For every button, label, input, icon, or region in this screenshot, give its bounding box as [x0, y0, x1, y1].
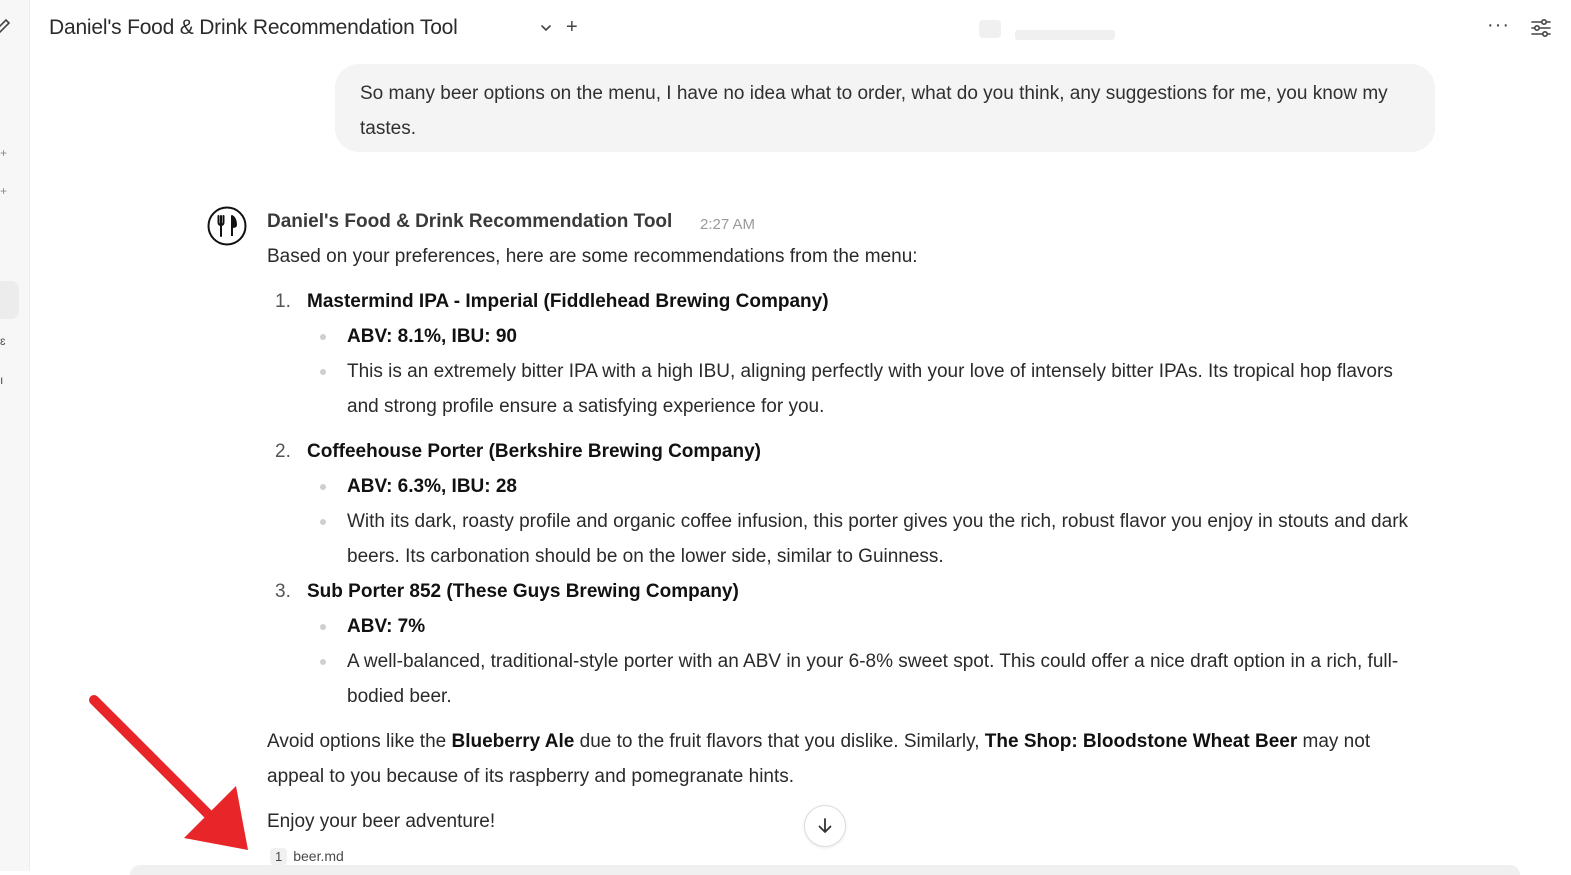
message-timestamp: 2:27 AM — [700, 216, 756, 233]
list-number: 3. — [275, 581, 291, 602]
recommendation-description: This is an extremely bitter IPA with a h… — [307, 354, 1427, 424]
message-input-area[interactable] — [130, 865, 1520, 875]
recommendation-title: Coffeehouse Porter (Berkshire Brewing Co… — [307, 441, 761, 462]
recommendation-stats: ABV: 6.3%, IBU: 28 — [307, 469, 1427, 504]
plus-icon[interactable]: + — [566, 17, 578, 37]
recommendation-description: With its dark, roasty profile and organi… — [307, 504, 1427, 574]
red-arrow-annotation — [89, 695, 248, 850]
chat-header: Daniel's Food & Drink Recommendation Too… — [29, 0, 1571, 58]
avoid-text-mid: due to the fruit flavors that you dislik… — [574, 731, 985, 752]
citation-number: 1 — [270, 847, 288, 865]
recommendation-description: A well-balanced, traditional-style porte… — [307, 644, 1427, 714]
sidebar-plus-icon-2[interactable]: + — [0, 184, 7, 198]
avoid-item-2: The Shop: Bloodstone Wheat Beer — [984, 731, 1298, 752]
recommendation-item: 1. Mastermind IPA - Imperial (Fiddlehead… — [267, 284, 1427, 424]
sidebar-item-active[interactable] — [0, 281, 19, 319]
app-title[interactable]: Daniel's Food & Drink Recommendation Too… — [49, 16, 458, 40]
citation-chip[interactable]: 1 beer.md — [270, 845, 344, 867]
assistant-message-body: Based on your preferences, here are some… — [267, 239, 1427, 839]
arrow-down-icon — [818, 818, 832, 833]
user-message-text: So many beer options on the menu, I have… — [360, 83, 1388, 139]
sidebar-plus-icon[interactable]: + — [0, 146, 7, 160]
recommendation-list: 1. Mastermind IPA - Imperial (Fiddlehead… — [267, 284, 1427, 714]
fork-knife-icon — [207, 206, 247, 246]
avoid-item-1: Blueberry Ale — [451, 731, 575, 752]
user-message-bubble: So many beer options on the menu, I have… — [335, 64, 1435, 152]
scroll-to-bottom-button[interactable] — [804, 805, 846, 847]
list-number: 2. — [275, 441, 291, 462]
ghost-header-element — [979, 18, 1119, 44]
intro-text: Based on your preferences, here are some… — [267, 246, 918, 267]
avoid-text-pre: Avoid options like the — [267, 731, 452, 752]
chevron-down-icon[interactable] — [538, 20, 554, 36]
more-icon[interactable]: ··· — [1487, 14, 1510, 37]
recommendation-stats: ABV: 8.1%, IBU: 90 — [307, 319, 1427, 354]
sidebar: + + ɛ ı — [0, 0, 30, 871]
assistant-name: Daniel's Food & Drink Recommendation Too… — [267, 211, 673, 232]
recommendation-item: 2. Coffeehouse Porter (Berkshire Brewing… — [267, 434, 1427, 574]
edit-icon[interactable] — [0, 16, 12, 36]
sidebar-item-fragment[interactable]: ɛ — [0, 334, 6, 348]
recommendation-stats: ABV: 7% — [307, 609, 1427, 644]
closing-text: Enjoy your beer adventure! — [267, 811, 496, 832]
avoid-paragraph: Avoid options like the Blueberry Ale due… — [267, 724, 1427, 794]
citation-file: beer.md — [293, 848, 344, 864]
recommendation-item: 3. Sub Porter 852 (These Guys Brewing Co… — [267, 574, 1427, 714]
list-number: 1. — [275, 291, 291, 312]
sidebar-item-fragment-2[interactable]: ı — [0, 373, 3, 387]
recommendation-title: Mastermind IPA - Imperial (Fiddlehead Br… — [307, 291, 829, 312]
settings-sliders-icon[interactable] — [1530, 17, 1552, 39]
recommendation-title: Sub Porter 852 (These Guys Brewing Compa… — [307, 581, 739, 602]
